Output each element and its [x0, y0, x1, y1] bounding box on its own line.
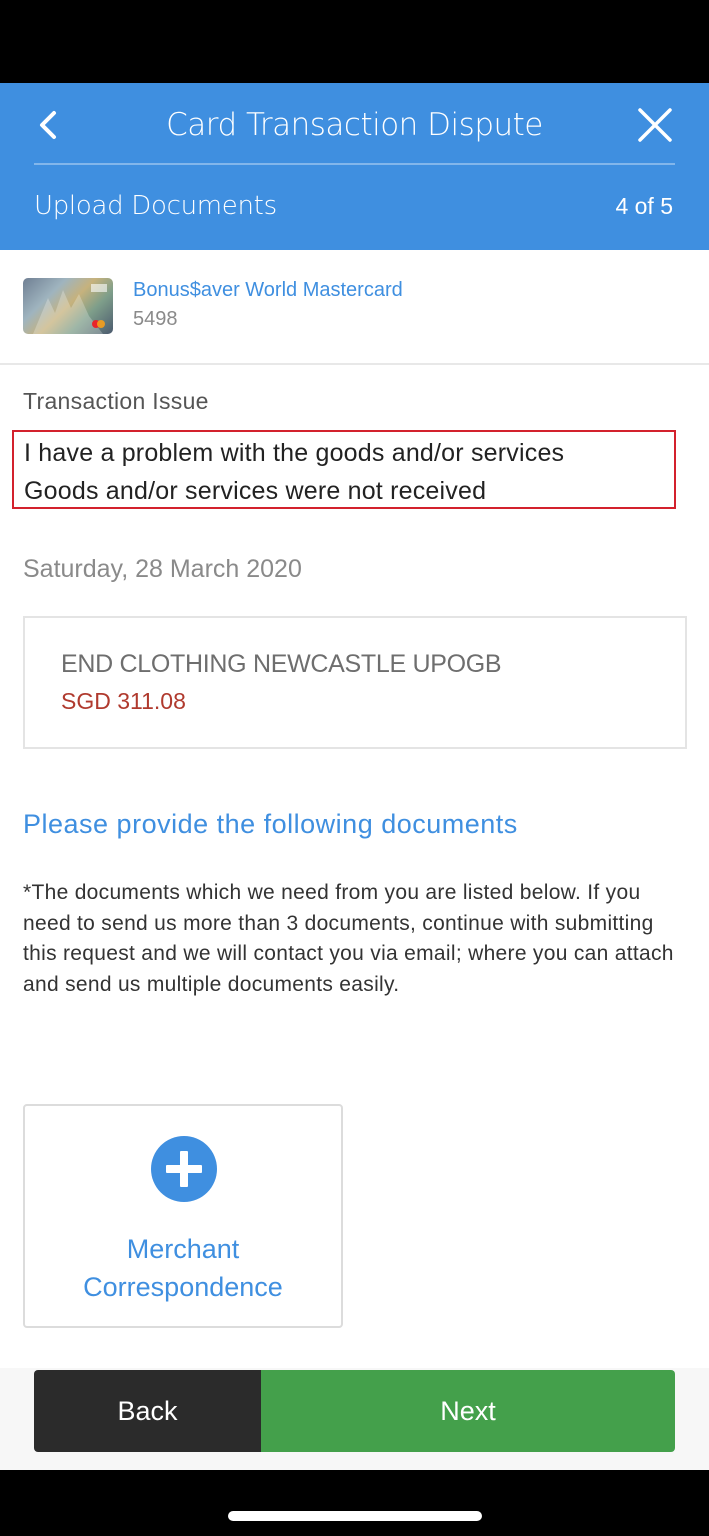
transaction-card: END CLOTHING NEWCASTLE UPOGB SGD 311.08 [23, 616, 687, 749]
next-button[interactable]: Next [261, 1370, 675, 1452]
upload-tile-label: Merchant Correspondence [25, 1230, 341, 1306]
credit-card-image [23, 278, 113, 334]
step-label: Upload Documents [34, 191, 277, 221]
status-bar [0, 0, 709, 83]
plus-circle-icon [151, 1136, 217, 1202]
transaction-issue-box: I have a problem with the goods and/or s… [12, 430, 676, 509]
back-button[interactable]: Back [34, 1370, 261, 1452]
transaction-amount: SGD 311.08 [61, 688, 186, 714]
transaction-issue-label: Transaction Issue [23, 388, 209, 414]
card-summary: Bonus$aver World Mastercard 5498 [0, 250, 709, 365]
documents-heading: Please provide the following documents [23, 809, 518, 839]
issue-subcategory: Goods and/or services were not received [24, 477, 487, 505]
card-number: 5498 [133, 308, 178, 330]
page-title: Card Transaction Dispute [166, 107, 543, 143]
documents-note: *The documents which we need from you ar… [23, 881, 674, 996]
upload-tile-label-line1: Merchant [126, 1234, 240, 1264]
upload-tile-label-line2: Correspondence [83, 1272, 283, 1302]
step-counter: 4 of 5 [615, 193, 673, 219]
home-indicator [228, 1511, 482, 1521]
main-content: Bonus$aver World Mastercard 5498 Transac… [0, 250, 709, 1470]
footer-actions: Back Next [0, 1368, 709, 1470]
transaction-merchant: END CLOTHING NEWCASTLE UPOGB [61, 650, 502, 678]
issue-category: I have a problem with the goods and/or s… [24, 439, 565, 467]
card-name: Bonus$aver World Mastercard [133, 279, 403, 301]
transaction-date: Saturday, 28 March 2020 [23, 555, 302, 583]
close-icon[interactable] [635, 105, 675, 145]
upload-merchant-correspondence-button[interactable]: Merchant Correspondence [23, 1104, 343, 1328]
header-divider [34, 163, 675, 165]
app-header: Card Transaction Dispute Upload Document… [0, 83, 709, 250]
